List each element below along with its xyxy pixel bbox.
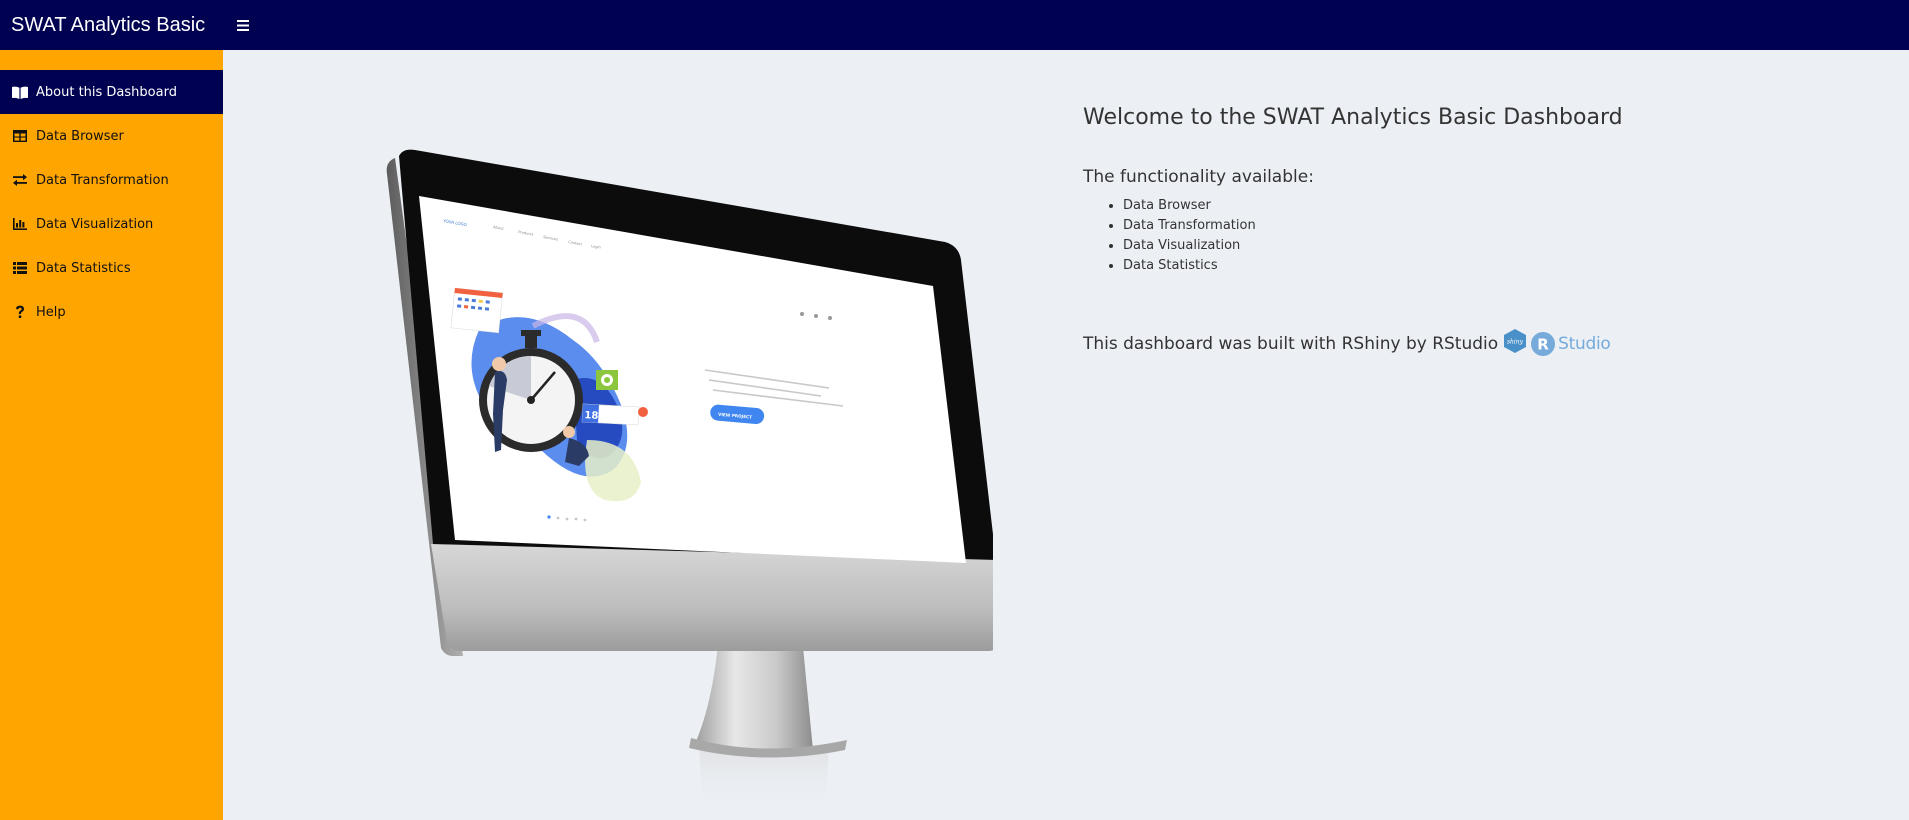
sidebar-item-about[interactable]: About this Dashboard [0, 70, 223, 114]
sidebar-toggle-button[interactable] [223, 0, 263, 50]
list-item: Data Statistics [1123, 256, 1783, 276]
list-item: Data Visualization [1123, 236, 1783, 256]
sidebar: About this Dashboard Data Browser Data T… [0, 50, 223, 820]
sidebar-item-data-browser[interactable]: Data Browser [0, 114, 223, 158]
sidebar-item-label: Data Statistics [36, 260, 131, 276]
shiny-logo[interactable]: shiny [1502, 328, 1528, 359]
book-open-icon [11, 84, 28, 100]
bar-chart-icon [11, 216, 28, 232]
rstudio-logo[interactable]: R Studio [1530, 331, 1611, 357]
exchange-icon [11, 172, 28, 188]
sidebar-item-label: Data Browser [36, 128, 124, 144]
sidebar-item-data-statistics[interactable]: Data Statistics [0, 246, 223, 290]
hamburger-icon [237, 19, 249, 31]
table-icon [11, 128, 28, 144]
question-icon [11, 304, 28, 320]
sidebar-item-label: Help [36, 304, 66, 320]
sidebar-item-label: Data Transformation [36, 172, 169, 188]
sidebar-item-label: About this Dashboard [36, 84, 177, 100]
page-title: Welcome to the SWAT Analytics Basic Dash… [1083, 105, 1623, 130]
functionality-list: Data Browser Data Transformation Data Vi… [1083, 196, 1783, 276]
screen-number: 18 [584, 410, 599, 422]
sidebar-item-data-transformation[interactable]: Data Transformation [0, 158, 223, 202]
welcome-panel: Welcome to the SWAT Analytics Basic Dash… [1083, 105, 1783, 359]
functionality-title: The functionality available: [1083, 167, 1314, 187]
shiny-logo-text: shiny [1507, 339, 1524, 346]
sidebar-item-label: Data Visualization [36, 216, 154, 232]
sidebar-item-help[interactable]: Help [0, 290, 223, 334]
rstudio-logo-letter: R [1537, 335, 1549, 353]
imac-illustration: YOUR LOGO About Products Services Contac… [386, 149, 993, 818]
sidebar-item-data-visualization[interactable]: Data Visualization [0, 202, 223, 246]
app-title[interactable]: SWAT Analytics Basic [0, 0, 223, 50]
top-header: SWAT Analytics Basic [0, 0, 1909, 50]
built-with-line: This dashboard was built with RShiny by … [1083, 328, 1783, 359]
rstudio-logo-word: Studio [1558, 333, 1611, 354]
list-icon [11, 260, 28, 276]
list-item: Data Browser [1123, 196, 1783, 216]
list-item: Data Transformation [1123, 216, 1783, 236]
main-content: YOUR LOGO About Products Services Contac… [223, 50, 1909, 820]
logos: shiny R Studio [1502, 328, 1611, 359]
built-with-text: This dashboard was built with RShiny by … [1083, 333, 1499, 354]
